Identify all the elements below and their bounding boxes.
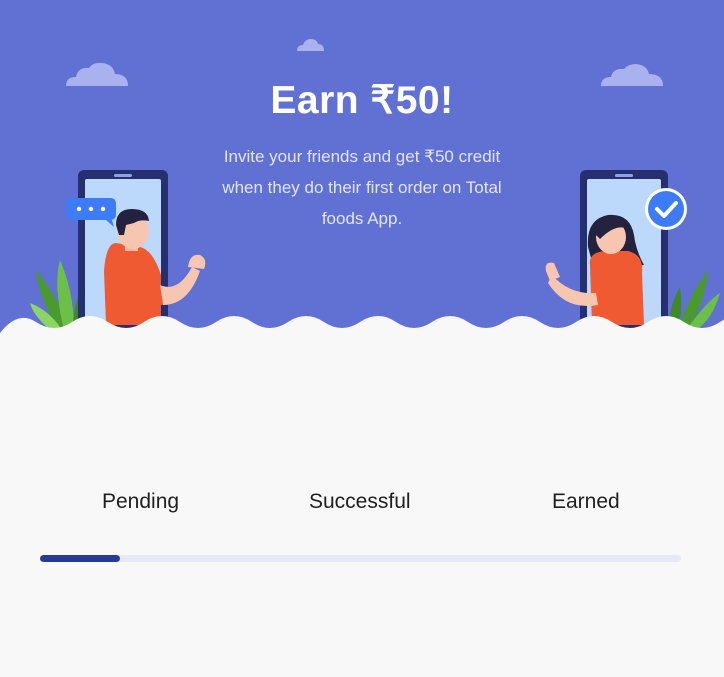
referral-hero: Earn ₹50! Invite your friends and get ₹5…: [0, 0, 724, 360]
referral-status-tabs: Pending Successful Earned: [0, 490, 724, 514]
checkmark-icon: [645, 188, 687, 230]
cloud-icon: [297, 39, 324, 51]
tab-progress-track: [40, 555, 681, 562]
page-title: Earn ₹50!: [270, 79, 454, 122]
tab-earned[interactable]: Earned: [552, 490, 620, 514]
referral-description: Invite your friends and get ₹50 credit w…: [222, 147, 502, 228]
tab-progress-indicator: [40, 555, 121, 562]
tab-pending[interactable]: Pending: [102, 490, 179, 514]
tab-successful[interactable]: Successful: [309, 490, 411, 514]
wave-divider: [0, 316, 724, 360]
